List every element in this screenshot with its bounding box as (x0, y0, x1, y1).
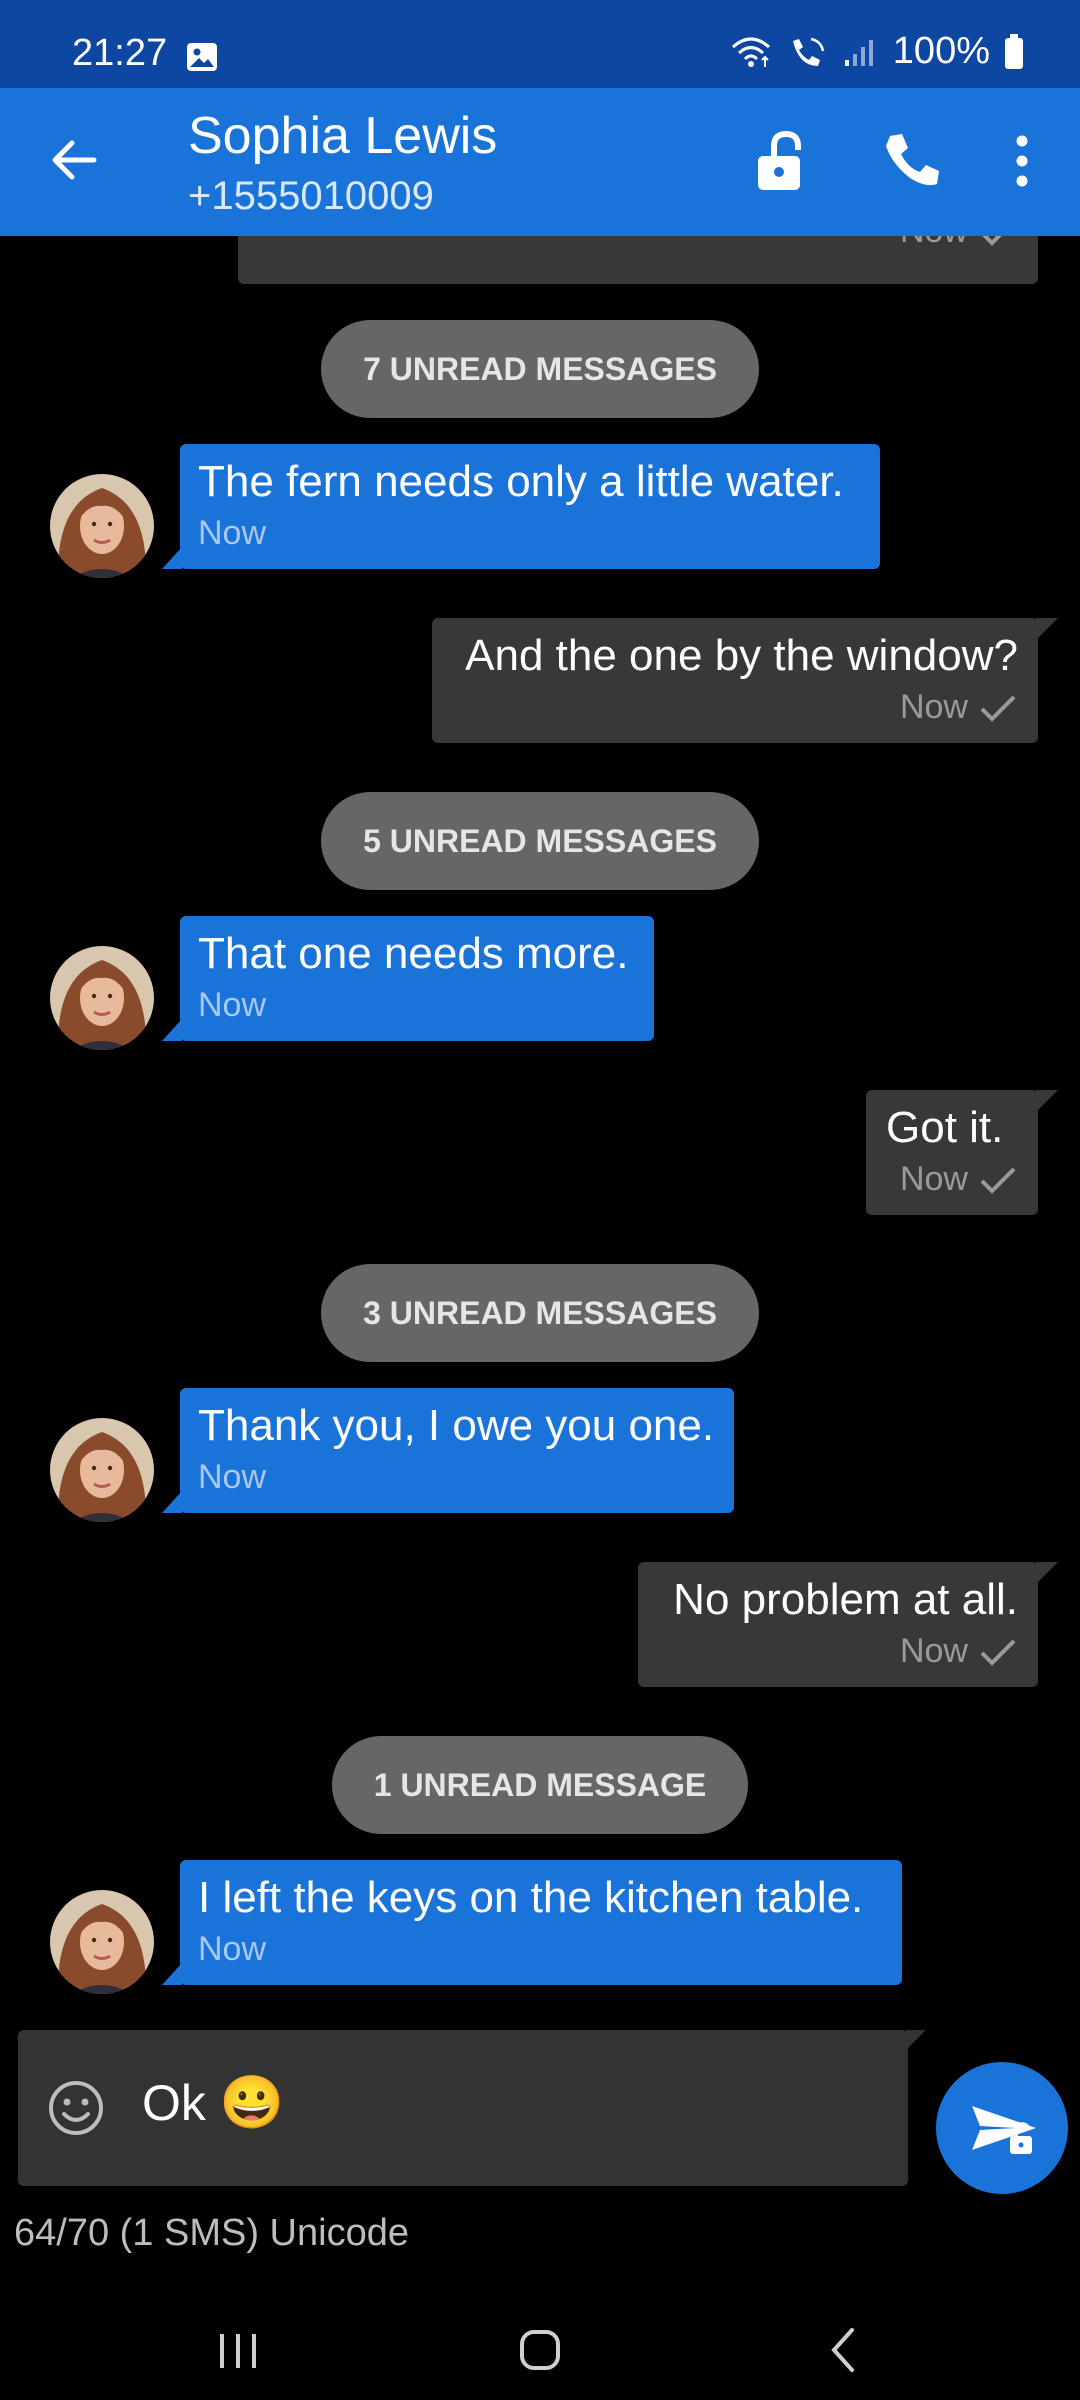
unread-divider: 5 UNREAD MESSAGES (321, 792, 759, 890)
message-composer[interactable]: Ok 😀 (18, 2030, 926, 2186)
system-navigation-bar (0, 2300, 1080, 2400)
sent-check-icon (980, 1167, 1016, 1194)
message-text: Got it. (886, 1103, 1004, 1152)
message-time: Now (198, 1930, 267, 1968)
message-time: Now (198, 986, 267, 1024)
message-incoming[interactable]: I left the keys on the kitchen table. No… (162, 1860, 902, 1985)
status-indicators: 100% (731, 30, 1024, 73)
message-time: Now (198, 514, 267, 552)
signal-icon (844, 39, 873, 66)
more-options-icon[interactable] (986, 126, 1036, 196)
sent-check-icon (980, 695, 1016, 722)
unlocked-encryption-icon[interactable] (746, 126, 816, 196)
battery-icon (1005, 33, 1023, 69)
sent-check-icon (980, 1639, 1016, 1666)
message-input-text: Ok (142, 2074, 206, 2131)
battery-percent: 100% (892, 30, 990, 72)
contact-avatar (50, 474, 154, 578)
status-bar: 21:27 100% (0, 0, 1080, 88)
message-text: No problem at all. (673, 1575, 1018, 1624)
contact-avatar (50, 1890, 154, 1994)
unread-divider: 7 UNREAD MESSAGES (321, 320, 759, 418)
conversation-list[interactable]: Now 7 UNREAD MESSAGES The fern needs onl… (0, 236, 1080, 2028)
contact-avatar (50, 1418, 154, 1522)
message-time: Now (900, 236, 968, 251)
emoji-icon[interactable] (46, 2078, 106, 2138)
phone-call-icon[interactable] (876, 126, 946, 196)
grinning-emoji: 😀 (219, 2074, 285, 2132)
send-button[interactable] (936, 2062, 1068, 2194)
message-outgoing[interactable]: Now (238, 236, 1058, 284)
message-incoming[interactable]: Thank you, I owe you one. Now (162, 1388, 734, 1513)
contact-avatar (50, 946, 154, 1050)
message-text: And the one by the window? (465, 631, 1018, 680)
message-text: That one needs more. (198, 929, 629, 978)
unread-divider: 3 UNREAD MESSAGES (321, 1264, 759, 1362)
status-time: 21:27 (72, 32, 168, 74)
gallery-notification-icon (187, 43, 217, 71)
send-encrypted-icon (972, 2106, 1036, 2154)
unread-divider: 1 UNREAD MESSAGE (332, 1736, 748, 1834)
recent-apps-icon[interactable] (208, 2322, 268, 2378)
conversation-header: Sophia Lewis +1555010009 (0, 88, 1080, 236)
message-outgoing[interactable]: And the one by the window? Now (432, 618, 1058, 743)
message-incoming[interactable]: That one needs more. Now (162, 916, 654, 1041)
back-arrow-icon[interactable] (46, 132, 102, 188)
message-time: Now (899, 1632, 968, 1670)
message-outgoing[interactable]: No problem at all. Now (638, 1562, 1058, 1687)
message-incoming[interactable]: The fern needs only a little water. Now (162, 444, 880, 569)
volte-call-icon (792, 37, 825, 66)
home-icon[interactable] (510, 2322, 570, 2378)
message-text: The fern needs only a little water. (198, 457, 844, 506)
message-time: Now (899, 688, 968, 726)
back-nav-icon[interactable] (814, 2322, 874, 2378)
message-time: Now (198, 1458, 267, 1496)
message-text: Thank you, I owe you one. (198, 1401, 715, 1450)
wifi-calling-icon (731, 37, 770, 67)
message-time: Now (899, 1160, 968, 1198)
sent-check-icon (982, 236, 1002, 246)
contact-number: +1555010009 (188, 174, 434, 218)
message-outgoing[interactable]: Got it. Now (866, 1090, 1058, 1215)
contact-name[interactable]: Sophia Lewis (188, 106, 497, 166)
message-text: I left the keys on the kitchen table. (198, 1873, 864, 1922)
message-input[interactable]: Ok 😀 (142, 2072, 285, 2133)
sms-character-counter: 64/70 (1 SMS) Unicode (14, 2212, 409, 2254)
